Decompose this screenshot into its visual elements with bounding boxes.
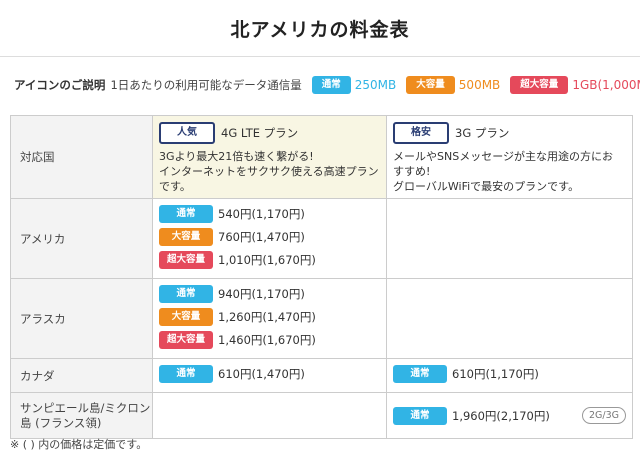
rate-table: 対応国 人気 4G LTE プラン 3Gより最大21倍も速く繋がる! インターネッ…	[10, 115, 633, 439]
price-row: 通常 940円(1,170円)	[159, 284, 380, 304]
page-title: 北アメリカの料金表	[230, 18, 410, 41]
country-canada: カナダ	[10, 358, 153, 393]
price-row: 通常 610円(1,470円)	[159, 364, 380, 384]
plan-4g-name: 4G LTE プラン	[221, 126, 299, 140]
table-row: カナダ 通常 610円(1,470円) 通常 610円(1,170円)	[10, 358, 633, 393]
legend-badge-xl: 超大容量	[510, 76, 569, 94]
table-row: アラスカ 通常 940円(1,170円) 大容量 1,260円(1,470円) 超大…	[10, 278, 633, 359]
plan-3g-desc: メールやSNSメッセージが主な用途の方にお すすめ! グローバルWiFiで最安の…	[393, 149, 626, 194]
icon-legend: アイコンのご説明 1日あたりの利用可能なデータ通信量 通常 250MB 大容量 …	[14, 74, 640, 96]
legend-value-large: 500MB	[458, 78, 501, 92]
legend-value-xl: 1GB(1,000MB)	[572, 78, 640, 92]
price-row: 通常 1,960円(2,170円) 2G/3G	[393, 406, 626, 426]
plan-4g-cell	[152, 392, 387, 439]
badge-large: 大容量	[159, 308, 213, 326]
price-row: 大容量 760円(1,470円)	[159, 227, 380, 247]
price: 940円(1,170円)	[218, 287, 305, 301]
country-header: 対応国	[10, 115, 153, 199]
plan-3g-header: 格安 3G プラン メールやSNSメッセージが主な用途の方にお すすめ! グローバ…	[386, 115, 633, 199]
footnote: ※ ( ) 内の価格は定価です。	[10, 438, 148, 451]
country-saint-pierre: サンピエール島/ミクロン島 (フランス領)	[10, 392, 153, 439]
table-row: サンピエール島/ミクロン島 (フランス領) 通常 1,960円(2,170円) 2G…	[10, 392, 633, 439]
price-row: 通常 610円(1,170円)	[393, 364, 626, 384]
plan-4g-desc: 3Gより最大21倍も速く繋がる! インターネットをサクサク使える高速プラン です…	[159, 149, 380, 194]
plan-4g-cell: 通常 610円(1,470円)	[152, 358, 387, 393]
badge-xl: 超大容量	[159, 331, 213, 349]
legend-value-normal: 250MB	[354, 78, 397, 92]
network-type-badge: 2G/3G	[581, 407, 626, 424]
plan-3g-desc-line: メールやSNSメッセージが主な用途の方にお すすめ! グローバルWiFiで最安の…	[393, 150, 613, 193]
price: 1,460円(1,670円)	[218, 333, 316, 347]
badge-large: 大容量	[159, 228, 213, 246]
plan-4g-header: 人気 4G LTE プラン 3Gより最大21倍も速く繋がる! インターネットをサク…	[152, 115, 387, 199]
badge-normal: 通常	[159, 285, 213, 303]
plan-4g-tag: 人気	[159, 122, 215, 144]
plan-3g-cell	[386, 278, 633, 359]
badge-normal: 通常	[159, 205, 213, 223]
plan-3g-name: 3G プラン	[455, 126, 510, 140]
price-row: 通常 540円(1,170円)	[159, 204, 380, 224]
table-header-row: 対応国 人気 4G LTE プラン 3Gより最大21倍も速く繋がる! インターネッ…	[10, 115, 633, 199]
plan-4g-cell: 通常 940円(1,170円) 大容量 1,260円(1,470円) 超大容量 1,4…	[152, 278, 387, 359]
legend-badge-large: 大容量	[406, 76, 455, 94]
price: 540円(1,170円)	[218, 207, 305, 221]
price-row: 超大容量 1,010円(1,670円)	[159, 250, 380, 270]
badge-xl: 超大容量	[159, 251, 213, 269]
plan-3g-tag: 格安	[393, 122, 449, 144]
legend-badge-normal: 通常	[311, 76, 351, 94]
plan-4g-desc-line: 3Gより最大21倍も速く繋がる! インターネットをサクサク使える高速プラン です…	[159, 150, 379, 193]
legend-label: アイコンのご説明	[14, 78, 106, 92]
badge-normal: 通常	[393, 406, 447, 425]
price: 610円(1,470円)	[218, 367, 305, 381]
price-row: 大容量 1,260円(1,470円)	[159, 307, 380, 327]
price: 610円(1,170円)	[452, 367, 539, 381]
badge-normal: 通常	[159, 365, 213, 383]
country-usa: アメリカ	[10, 198, 153, 279]
price: 1,010円(1,670円)	[218, 253, 316, 267]
plan-3g-cell: 通常 1,960円(2,170円) 2G/3G	[386, 392, 633, 439]
price: 1,260円(1,470円)	[218, 310, 316, 324]
table-row: アメリカ 通常 540円(1,170円) 大容量 760円(1,470円) 超大容量…	[10, 198, 633, 279]
plan-4g-cell: 通常 540円(1,170円) 大容量 760円(1,470円) 超大容量 1,010…	[152, 198, 387, 279]
price: 760円(1,470円)	[218, 230, 305, 244]
country-alaska: アラスカ	[10, 278, 153, 359]
price-row: 超大容量 1,460円(1,670円)	[159, 330, 380, 350]
page-header: 北アメリカの料金表	[0, 0, 640, 57]
badge-normal: 通常	[393, 365, 447, 383]
price: 1,960円(2,170円)	[452, 408, 550, 423]
plan-3g-cell: 通常 610円(1,170円)	[386, 358, 633, 393]
legend-description: 1日あたりの利用可能なデータ通信量	[110, 78, 302, 92]
plan-3g-cell	[386, 198, 633, 279]
